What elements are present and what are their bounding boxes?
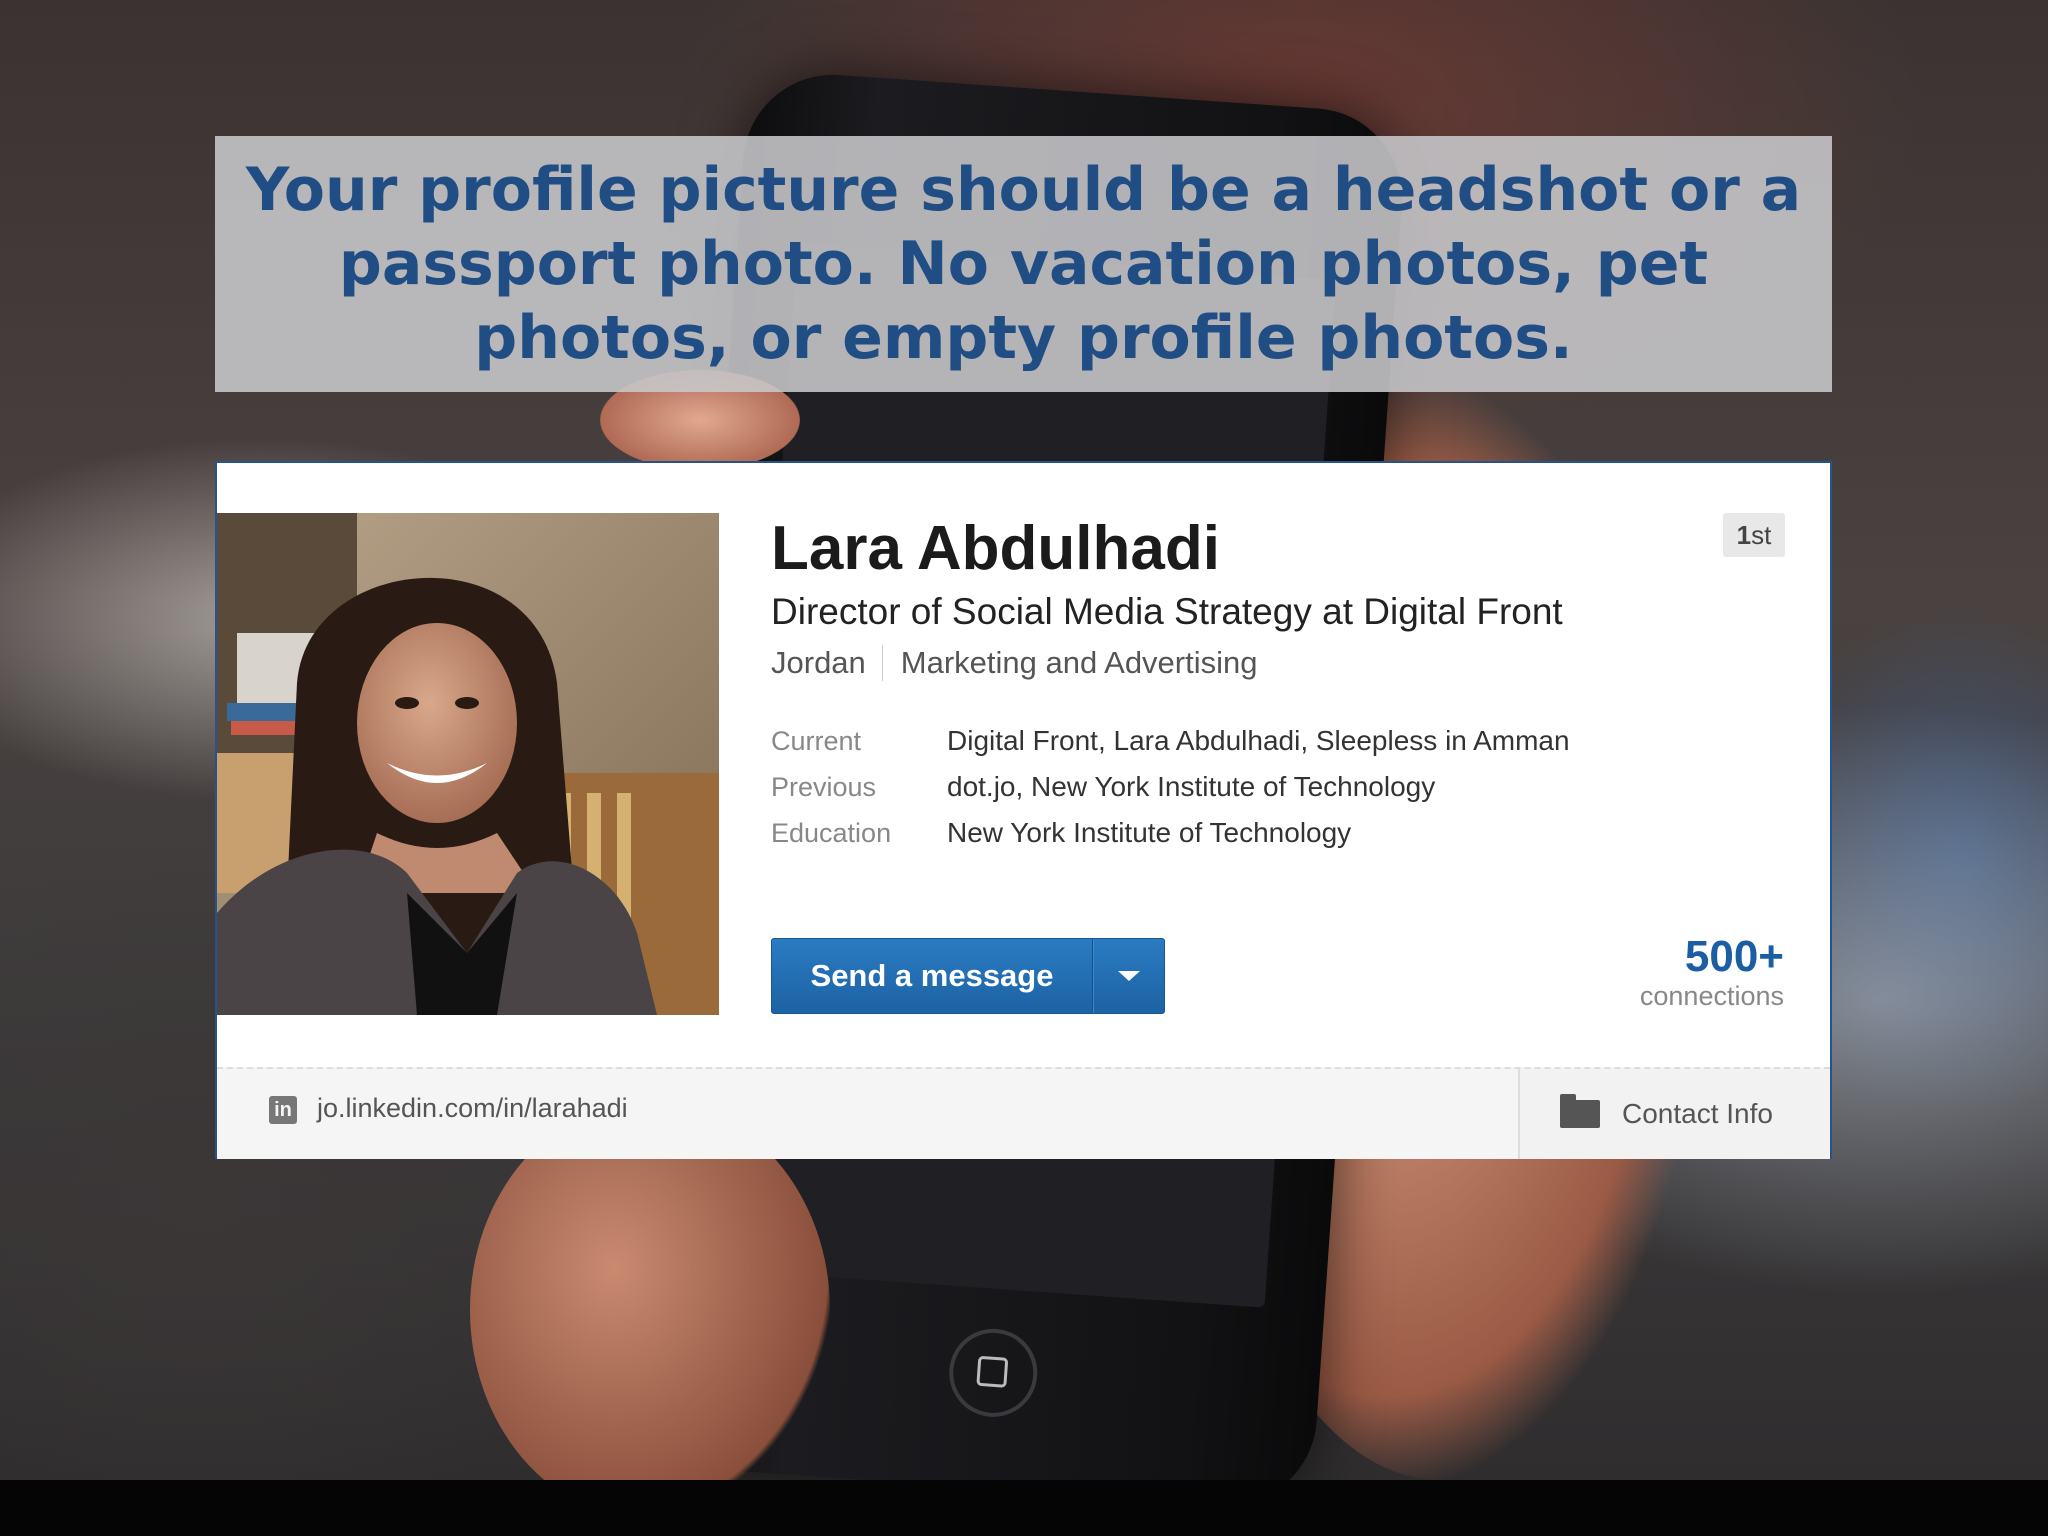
bottom-bar <box>0 1480 2048 1536</box>
detail-label: Current <box>771 725 862 756</box>
profile-meta: Jordan Marketing and Advertising <box>771 645 1258 681</box>
profile-headline: Director of Social Media Strategy at Dig… <box>771 591 1563 632</box>
contact-info-label: Contact Info <box>1622 1098 1773 1129</box>
chevron-down-icon <box>1118 971 1140 981</box>
degree-suffix: st <box>1751 519 1772 550</box>
connection-degree-badge: 1st <box>1723 513 1785 557</box>
detail-value[interactable]: dot.jo, New York Institute of Technology <box>947 771 1435 803</box>
send-message-button-group: Send a message <box>771 938 1165 1014</box>
slide-title-banner: Your profile picture should be a headsho… <box>215 136 1832 392</box>
send-message-button[interactable]: Send a message <box>772 939 1093 1013</box>
connections-label: connections <box>1639 981 1784 1011</box>
detail-label: Education <box>771 817 892 848</box>
folder-icon <box>1560 1094 1600 1128</box>
linkedin-profile-card: Lara Abdulhadi Director of Social Media … <box>215 461 1832 1159</box>
divider <box>881 645 883 681</box>
slide-title: Your profile picture should be a headsho… <box>245 155 1802 373</box>
public-profile-url[interactable]: jo.linkedin.com/in/larahadi <box>317 1093 628 1124</box>
profile-industry[interactable]: Marketing and Advertising <box>901 645 1258 681</box>
degree-number: 1 <box>1736 519 1752 550</box>
phone-home-button <box>946 1325 1041 1420</box>
detail-value[interactable]: Digital Front, Lara Abdulhadi, Sleepless… <box>947 725 1570 757</box>
profile-details: Current Digital Front, Lara Abdulhadi, S… <box>771 718 1570 856</box>
contact-info-button[interactable]: Contact Info <box>1518 1069 1830 1159</box>
detail-row-current: Current Digital Front, Lara Abdulhadi, S… <box>771 718 1570 764</box>
detail-row-previous: Previous dot.jo, New York Institute of T… <box>771 764 1570 810</box>
detail-row-education: Education New York Institute of Technolo… <box>771 810 1570 856</box>
detail-label: Previous <box>771 771 877 802</box>
profile-photo[interactable] <box>217 513 719 1015</box>
more-actions-dropdown[interactable] <box>1093 939 1164 1013</box>
connections-count[interactable]: 500+ connections <box>1639 932 1784 1012</box>
linkedin-icon: in <box>269 1096 297 1124</box>
profile-name: Lara Abdulhadi <box>771 514 1220 583</box>
profile-photo-image <box>217 513 719 1015</box>
connections-number: 500+ <box>1684 932 1784 981</box>
profile-location[interactable]: Jordan <box>771 645 866 681</box>
detail-value[interactable]: New York Institute of Technology <box>947 817 1351 849</box>
profile-footer: in jo.linkedin.com/in/larahadi Contact I… <box>217 1067 1830 1159</box>
